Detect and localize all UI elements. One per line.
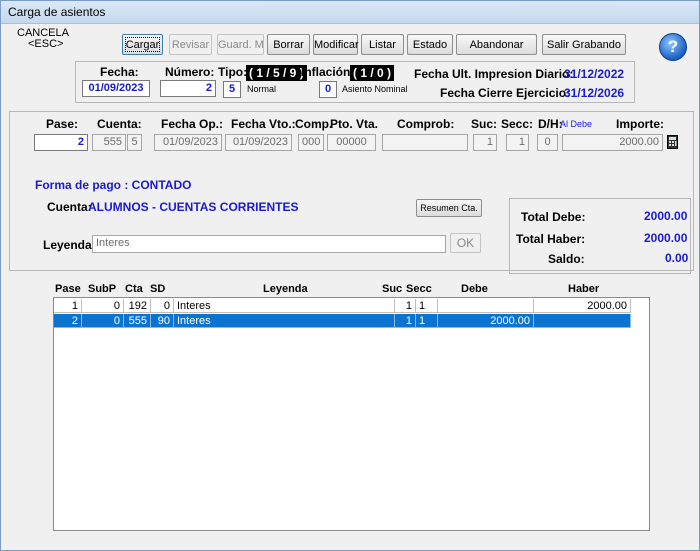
- fecha-vto-label: Fecha Vto.:: [231, 117, 296, 131]
- ok-button[interactable]: OK: [450, 233, 481, 253]
- comp-label: Comp.: [295, 117, 333, 131]
- fecha-op-field[interactable]: 01/09/2023: [154, 134, 222, 151]
- inflacion-badge: ( 1 / 0 ): [350, 65, 395, 81]
- total-haber-label: Total Haber:: [516, 232, 586, 246]
- cell-haber: 2000.00: [534, 299, 631, 313]
- inflacion-field[interactable]: 0: [319, 81, 337, 98]
- guardar-m-button[interactable]: Guard. M: [217, 34, 264, 55]
- cell-leyenda: Interes: [174, 314, 395, 328]
- cargar-button[interactable]: Cargar: [122, 34, 163, 55]
- inflacion-desc: Asiento Nominal: [342, 84, 408, 94]
- pase-label: Pase:: [46, 117, 79, 131]
- cuenta-name: ALUMNOS - CUENTAS CORRIENTES: [88, 200, 299, 214]
- pase-field[interactable]: 2: [34, 134, 88, 151]
- total-debe-label: Total Debe:: [521, 210, 586, 224]
- window: Carga de asientos CANCELA <ESC> Cargar R…: [0, 0, 700, 551]
- ult-impresion-value: 31/12/2022: [564, 67, 625, 81]
- cell-pase: 1: [54, 299, 82, 313]
- cell-suc: 1: [395, 314, 416, 328]
- fecha-vto-field[interactable]: 01/09/2023: [225, 134, 292, 151]
- salir-grabando-button[interactable]: Salir Grabando: [542, 34, 626, 55]
- cell-sd: 0: [151, 299, 174, 313]
- numero-field[interactable]: 2: [160, 80, 216, 97]
- comprob-label: Comprob:: [397, 117, 455, 131]
- cuenta-label: Cuenta:: [97, 117, 142, 131]
- total-haber-value: 2000.00: [644, 231, 688, 245]
- tipo-desc: Normal: [247, 84, 277, 94]
- revisar-button[interactable]: Revisar: [169, 34, 212, 55]
- cell-debe: 2000.00: [438, 314, 534, 328]
- grid-header-cta: Cta: [125, 283, 143, 295]
- cell-suc: 1: [395, 299, 416, 313]
- cuenta-field[interactable]: 555: [92, 134, 126, 151]
- cell-sd: 90: [151, 314, 174, 328]
- cell-pase: 2: [54, 314, 82, 328]
- tipo-field[interactable]: 5: [223, 81, 241, 98]
- cuenta-desc-label: Cuenta:: [47, 200, 92, 214]
- fecha-label: Fecha:: [100, 65, 139, 79]
- table-row-selected[interactable]: 2 0 555 90 Interes 1 1 2000.00: [54, 314, 631, 328]
- table-row[interactable]: 1 0 192 0 Interes 1 1 2000.00: [54, 299, 631, 313]
- pto-vta-label: Pto. Vta.: [330, 117, 379, 131]
- window-title: Carga de asientos: [8, 5, 106, 19]
- sd-field[interactable]: 5: [127, 134, 142, 151]
- grid-header-debe: Debe: [461, 283, 488, 295]
- suc-label: Suc:: [471, 117, 498, 131]
- cell-debe: [438, 299, 534, 313]
- importe-label: Importe:: [616, 117, 664, 131]
- dh-hint: Al Debe: [560, 119, 593, 129]
- cell-haber: [534, 314, 631, 328]
- tipo-label: Tipo:: [218, 65, 248, 79]
- importe-field[interactable]: 2000.00: [562, 134, 663, 151]
- cell-cta: 555: [124, 314, 151, 328]
- fecha-field[interactable]: 01/09/2023: [82, 80, 150, 97]
- abandonar-button[interactable]: Abandonar: [456, 34, 537, 55]
- tipo-badge: ( 1 / 5 / 9 ): [246, 65, 307, 81]
- cell-secc: 1: [416, 299, 438, 313]
- pto-vta-field[interactable]: 00000: [327, 134, 376, 151]
- cell-leyenda: Interes: [174, 299, 395, 313]
- comp-field[interactable]: 000: [298, 134, 324, 151]
- secc-label: Secc:: [501, 117, 534, 131]
- grid-header-sd: SD: [150, 283, 166, 295]
- estado-button[interactable]: Estado: [407, 34, 453, 55]
- leyenda-input[interactable]: Interes: [92, 235, 446, 253]
- grid-header-leyenda: Leyenda: [263, 283, 308, 295]
- grid-header-subp: SubP: [88, 283, 117, 295]
- title-bar: Carga de asientos: [1, 1, 699, 24]
- cancel-key: <ESC>: [28, 38, 64, 50]
- cierre-value: 31/12/2026: [564, 86, 625, 100]
- modificar-button[interactable]: Modificar: [313, 34, 359, 55]
- dh-field[interactable]: 0: [537, 134, 558, 151]
- cierre-label: Fecha Cierre Ejercicio:: [440, 86, 571, 100]
- help-icon[interactable]: ?: [659, 33, 687, 61]
- cell-secc: 1: [416, 314, 438, 328]
- cell-subp: 0: [82, 299, 124, 313]
- grid-header-pase: Pase: [55, 283, 81, 295]
- ult-impresion-label: Fecha Ult. Impresion Diario:: [414, 67, 574, 81]
- total-debe-value: 2000.00: [644, 209, 688, 223]
- inflacion-label: Inflación:: [301, 65, 355, 79]
- comprob-field[interactable]: [382, 134, 468, 151]
- resumen-cta-button[interactable]: Resumen Cta.: [416, 199, 482, 217]
- secc-field[interactable]: 1: [506, 134, 529, 151]
- grid-header-haber: Haber: [568, 283, 600, 295]
- suc-field[interactable]: 1: [473, 134, 497, 151]
- borrar-button[interactable]: Borrar: [267, 34, 310, 55]
- listar-button[interactable]: Listar: [361, 34, 404, 55]
- dh-label: D/H:: [538, 117, 563, 131]
- saldo-label: Saldo:: [548, 252, 585, 266]
- fecha-op-label: Fecha Op.:: [161, 117, 224, 131]
- cell-subp: 0: [82, 314, 124, 328]
- asientos-grid[interactable]: 1 0 192 0 Interes 1 1 2000.00 2 0 555 90…: [53, 297, 650, 531]
- cell-cta: 192: [124, 299, 151, 313]
- leyenda-label: Leyenda:: [43, 238, 96, 252]
- calculator-icon[interactable]: [667, 135, 678, 149]
- grid-header-secc: Secc: [406, 283, 432, 295]
- forma-pago-text: Forma de pago : CONTADO: [35, 178, 192, 192]
- grid-header-suc: Suc: [382, 283, 403, 295]
- saldo-value: 0.00: [665, 251, 689, 265]
- numero-label: Número:: [165, 65, 215, 79]
